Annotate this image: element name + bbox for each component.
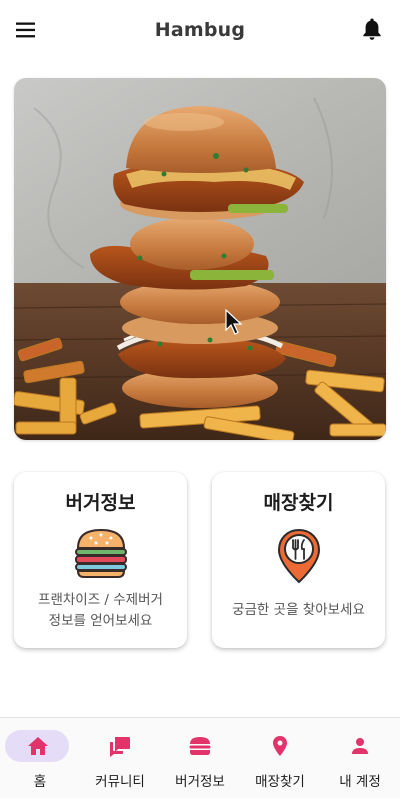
nav-label-my-account: 내 계정 xyxy=(339,774,381,790)
description-line: 정보를 얻어보세요 xyxy=(48,613,153,629)
store-finder-card[interactable]: 매장찾기 궁금한 곳을 찾아보세요 xyxy=(212,472,385,648)
bell-icon xyxy=(363,18,381,40)
menu-icon xyxy=(16,22,35,38)
nav-item-burger-info[interactable]: 버거정보 xyxy=(160,718,240,798)
description-line: 프랜차이즈 / 수제버거 xyxy=(38,592,163,608)
burger-info-card-title: 버거정보 xyxy=(65,492,136,514)
nav-item-my-account[interactable]: 내 계정 xyxy=(320,718,400,798)
person-icon xyxy=(352,738,368,754)
burger-info-card[interactable]: 버거정보 프랜차이즈 / 수제버거 정보를 얻어보세요 xyxy=(14,472,187,648)
app-bar: Hambug xyxy=(0,0,400,60)
store-finder-card-description: 궁금한 곳을 찾아보세요 xyxy=(218,600,379,621)
burger-info-card-description: 프랜차이즈 / 수제버거 정보를 얻어보세요 xyxy=(20,590,181,632)
burger-icon xyxy=(189,737,211,755)
location-pin-icon xyxy=(273,736,287,756)
description-line: 궁금한 곳을 찾아보세요 xyxy=(232,602,365,618)
bottom-navigation: 홈 커뮤니티 버거정보 매장찾기 내 계정 xyxy=(0,717,400,798)
app-title: Hambug xyxy=(154,19,246,41)
burger-icon xyxy=(74,528,127,578)
store-finder-card-title: 매장찾기 xyxy=(263,492,334,514)
nav-item-community[interactable]: 커뮤니티 xyxy=(80,718,160,798)
location-pin-utensils-icon xyxy=(277,528,320,584)
nav-item-store-finder[interactable]: 매장찾기 xyxy=(240,718,320,798)
chat-bubbles-icon xyxy=(110,737,130,757)
hero-image xyxy=(14,78,386,440)
notifications-button[interactable] xyxy=(360,16,384,42)
nav-item-home[interactable]: 홈 xyxy=(0,718,80,798)
menu-button[interactable] xyxy=(14,18,38,42)
home-icon xyxy=(28,737,48,755)
